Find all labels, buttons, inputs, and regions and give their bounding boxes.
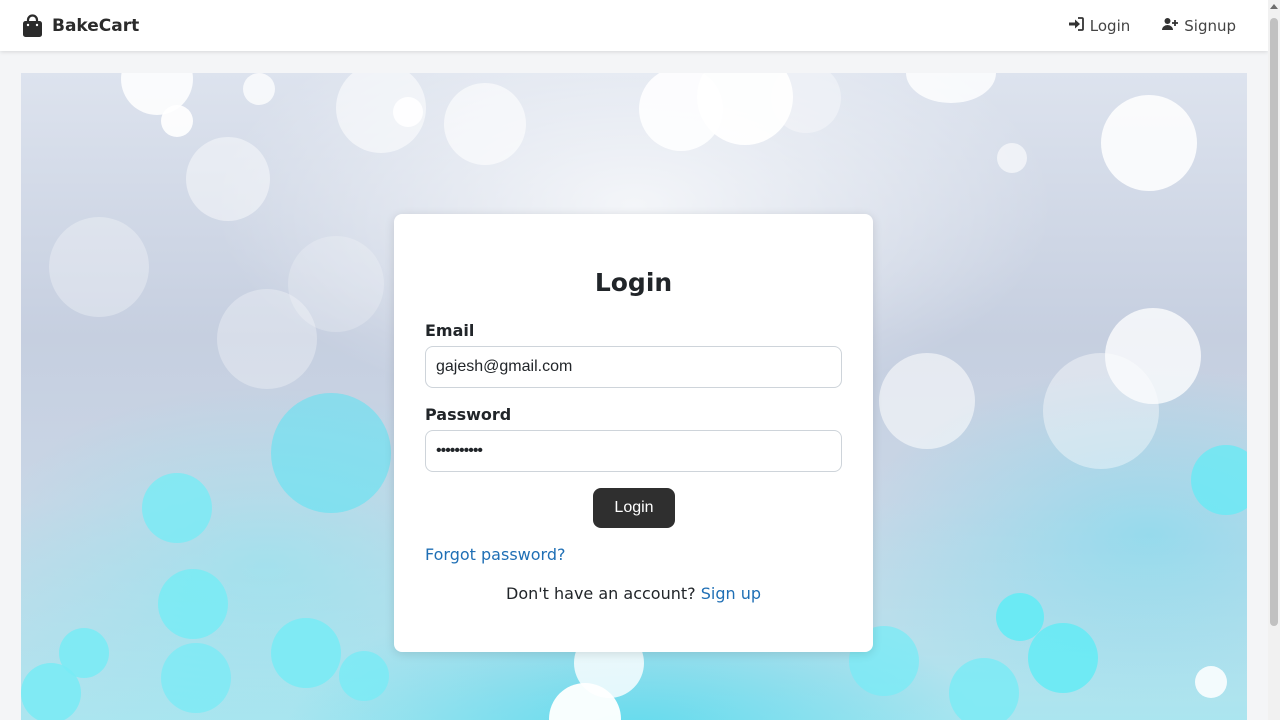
nav-login-label: Login bbox=[1089, 16, 1131, 35]
email-label: Email bbox=[425, 321, 475, 340]
bokeh-circle bbox=[1043, 353, 1159, 469]
shopping-bag-icon bbox=[22, 13, 43, 38]
password-field[interactable]: •••••••••• bbox=[425, 430, 842, 472]
bokeh-circle bbox=[906, 73, 996, 103]
bokeh-circle bbox=[339, 651, 389, 701]
signup-prompt: Don't have an account? Sign up bbox=[394, 584, 873, 603]
bokeh-circle bbox=[142, 473, 212, 543]
forgot-password-link[interactable]: Forgot password? bbox=[425, 545, 565, 564]
bokeh-circle bbox=[1191, 445, 1247, 515]
top-navbar: BakeCart Login Signup bbox=[0, 0, 1268, 51]
bokeh-circle bbox=[21, 663, 81, 720]
bokeh-circle bbox=[158, 569, 228, 639]
sign-in-icon bbox=[1068, 16, 1084, 35]
nav-login-link[interactable]: Login bbox=[1068, 17, 1130, 35]
scroll-thumb[interactable] bbox=[1270, 18, 1278, 626]
bokeh-circle bbox=[1028, 623, 1098, 693]
brand-name: BakeCart bbox=[52, 15, 140, 36]
bokeh-circle bbox=[271, 393, 391, 513]
bokeh-circle bbox=[243, 73, 275, 105]
bokeh-circle bbox=[393, 97, 423, 127]
bokeh-circle bbox=[879, 353, 975, 449]
bokeh-circle bbox=[1195, 666, 1227, 698]
login-card: Login Email gajesh@gmail.com Password ••… bbox=[394, 214, 873, 652]
scroll-up-arrow-icon[interactable] bbox=[1270, 4, 1278, 9]
password-label: Password bbox=[425, 405, 512, 424]
bokeh-circle bbox=[271, 618, 341, 688]
bokeh-circle bbox=[288, 236, 384, 332]
bokeh-circle bbox=[444, 83, 526, 165]
signup-link[interactable]: Sign up bbox=[701, 584, 761, 603]
brand[interactable]: BakeCart bbox=[22, 13, 140, 38]
bokeh-circle bbox=[161, 643, 231, 713]
user-plus-icon bbox=[1162, 17, 1179, 35]
login-title: Login bbox=[594, 268, 673, 297]
email-field[interactable]: gajesh@gmail.com bbox=[425, 346, 842, 388]
bokeh-circle bbox=[949, 658, 1019, 720]
bokeh-circle bbox=[161, 105, 193, 137]
nav-links: Login Signup bbox=[1068, 17, 1236, 35]
nav-signup-label: Signup bbox=[1184, 16, 1236, 35]
bokeh-circle bbox=[49, 217, 149, 317]
no-account-text: Don't have an account? bbox=[506, 584, 696, 603]
page-scrollbar[interactable] bbox=[1268, 0, 1280, 720]
bokeh-circle bbox=[1101, 95, 1197, 191]
nav-signup-link[interactable]: Signup bbox=[1162, 17, 1236, 35]
login-submit-button[interactable]: Login bbox=[593, 488, 675, 528]
bokeh-circle bbox=[186, 137, 270, 221]
bokeh-circle bbox=[997, 143, 1027, 173]
